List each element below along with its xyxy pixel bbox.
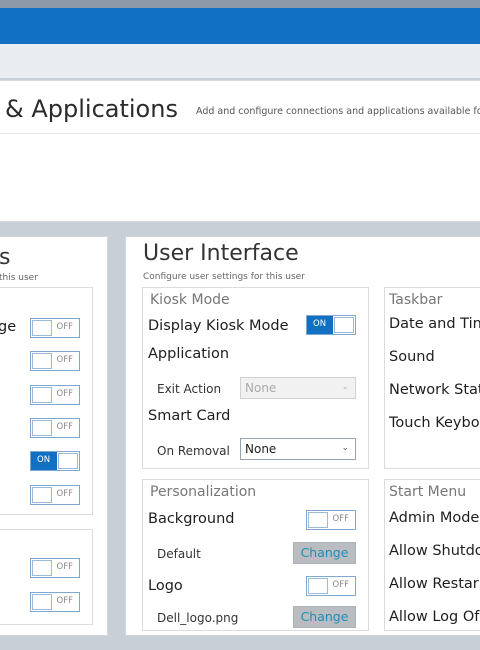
background-value: Default — [157, 547, 201, 561]
taskbar-group: Taskbar Date and Tin Sound Network Stat … — [384, 287, 480, 469]
application-label: Application — [148, 346, 230, 362]
kiosk-mode-title: Kiosk Mode — [150, 292, 230, 308]
taskbar-item: Date and Tin — [389, 316, 480, 332]
setting-toggle[interactable]: ON — [30, 451, 80, 471]
exit-action-label: Exit Action — [157, 382, 222, 396]
setting-toggle[interactable]: OFF — [30, 592, 80, 612]
chevron-down-icon: ⌄ — [341, 443, 349, 453]
app-title-bar — [0, 8, 480, 44]
display-kiosk-mode-label: Display Kiosk Mode — [148, 318, 289, 334]
setting-toggle[interactable]: OFF — [30, 351, 80, 371]
start-menu-item: Allow Shutdo — [389, 543, 480, 559]
setting-toggle[interactable]: OFF — [30, 318, 80, 338]
settings-group-2: OFF OFF — [0, 529, 93, 625]
display-kiosk-mode-toggle[interactable]: ON — [306, 315, 356, 335]
panel-title: s — [0, 245, 11, 270]
background-change-button[interactable]: Change — [293, 542, 356, 564]
toolbar-area — [0, 44, 480, 78]
setting-toggle[interactable]: OFF — [30, 385, 80, 405]
chevron-down-icon: ⌄ — [341, 382, 349, 392]
logo-toggle[interactable]: OFF — [306, 576, 356, 596]
start-menu-item: Allow Log Of — [389, 609, 480, 625]
setting-label: ge — [0, 319, 17, 335]
user-interface-panel: User Interface Configure user settings f… — [125, 236, 480, 636]
setting-toggle[interactable]: OFF — [30, 485, 80, 505]
start-menu-item: Allow Restar — [389, 576, 479, 592]
personalization-title: Personalization — [150, 484, 257, 500]
exit-action-select[interactable]: None ⌄ — [240, 377, 356, 399]
background-toggle[interactable]: OFF — [306, 510, 356, 530]
taskbar-item: Sound — [389, 349, 435, 365]
settings-group: ge OFF OFF OFF OFF ON OFF — [0, 287, 93, 515]
logo-label: Logo — [148, 578, 183, 594]
start-menu-item: Admin Mode — [389, 510, 480, 526]
logo-value: Dell_logo.png — [157, 611, 239, 625]
user-interface-subtitle: Configure user settings for this user — [143, 272, 305, 282]
start-menu-title: Start Menu — [389, 484, 467, 500]
taskbar-item: Network Stat — [389, 382, 480, 398]
user-interface-title: User Interface — [143, 241, 299, 266]
panel-subtitle: this user — [0, 273, 38, 283]
setting-toggle[interactable]: OFF — [30, 418, 80, 438]
header-divider — [0, 133, 480, 134]
window-top-strip — [0, 0, 480, 8]
page-description: Add and configure connections and applic… — [196, 106, 480, 117]
taskbar-title: Taskbar — [389, 292, 443, 308]
page-title: & Applications — [5, 95, 178, 123]
smart-card-label: Smart Card — [148, 408, 231, 424]
on-removal-label: On Removal — [157, 444, 230, 458]
setting-toggle[interactable]: OFF — [30, 558, 80, 578]
taskbar-item: Touch Keybo — [389, 415, 480, 431]
logo-change-button[interactable]: Change — [293, 606, 356, 628]
personalization-group: Personalization Background OFF Default C… — [142, 479, 369, 631]
kiosk-mode-group: Kiosk Mode Display Kiosk Mode ON Applica… — [142, 287, 369, 469]
background-label: Background — [148, 511, 235, 527]
user-settings-panel: s this user ge OFF OFF OFF OFF ON OFF OF… — [0, 236, 108, 636]
start-menu-group: Start Menu Admin Mode Allow Shutdo Allow… — [384, 479, 480, 631]
on-removal-select[interactable]: None ⌄ — [240, 438, 356, 460]
header-panel: & Applications Add and configure connect… — [0, 80, 480, 222]
